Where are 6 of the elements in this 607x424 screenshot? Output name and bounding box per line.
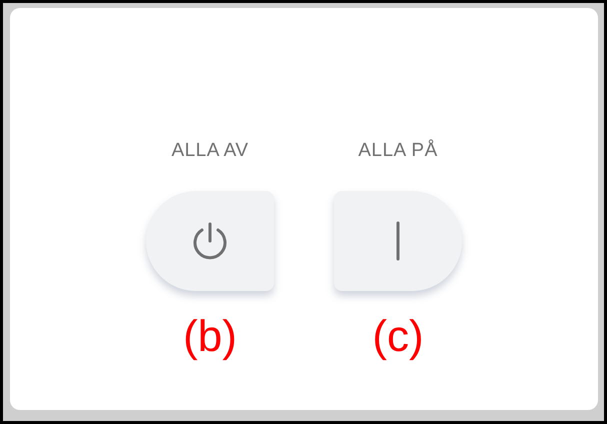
all-off-button[interactable] [146,191,274,291]
button-label: ALLA PÅ [358,139,438,163]
figure-caption: (c) [372,311,424,363]
vertical-line-icon [396,221,400,261]
figure-caption: (b) [183,311,237,363]
button-label: ALLA AV [171,139,249,163]
